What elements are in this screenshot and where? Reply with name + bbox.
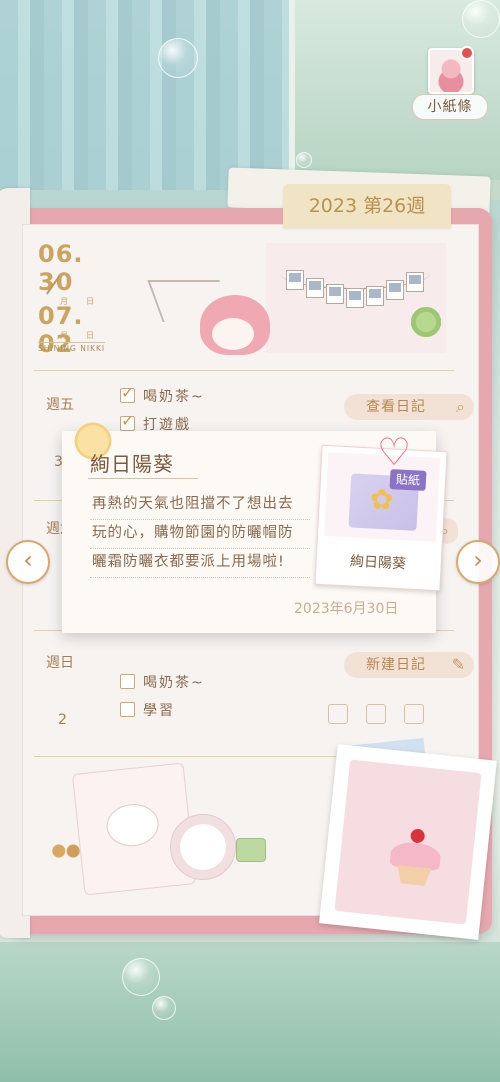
todo-item[interactable]: 喝奶茶~ — [120, 672, 205, 692]
todo-text: 喝奶茶~ — [143, 389, 205, 405]
matcha-sticker — [236, 838, 266, 862]
new-diary-button[interactable]: 新建日記 ✎ — [344, 652, 474, 678]
bubble-decoration — [122, 958, 160, 996]
todo-text: 學習 — [143, 703, 175, 719]
empty-slot[interactable] — [404, 704, 424, 724]
bubble-decoration — [296, 152, 312, 168]
todo-item[interactable]: 喝奶茶~ — [120, 383, 205, 406]
week-tab: 2023 第26週 — [283, 184, 451, 228]
day-label-sun: 週日 — [46, 655, 74, 671]
date-range: 06. 30 月日 07. 02 月日 SHINING NIKKI — [38, 240, 128, 358]
cupcake-card-sticker — [319, 744, 497, 940]
todo-text: 喝奶茶~ — [143, 675, 205, 691]
section-divider — [34, 370, 454, 371]
plant-illustration — [406, 307, 446, 337]
girl-illustration — [147, 280, 310, 370]
checkbox-checked[interactable] — [120, 383, 136, 403]
next-week-button[interactable]: › — [456, 540, 500, 584]
candy-jar-sticker — [170, 814, 236, 880]
checkbox[interactable] — [120, 702, 135, 717]
background-floor — [0, 942, 500, 1082]
hanging-photo — [386, 280, 404, 300]
cookie-sticker — [48, 840, 84, 862]
chevron-right-icon: › — [473, 546, 483, 574]
end-date-units: 月日 — [60, 331, 112, 340]
dotted-line — [90, 518, 310, 520]
hanging-photo — [406, 272, 424, 292]
note-label: 小紙條 — [412, 94, 488, 120]
view-diary-label: 查看日記 — [366, 399, 426, 415]
hanging-photo — [346, 288, 364, 308]
note-button[interactable]: 小紙條 — [412, 46, 488, 120]
hanging-photo — [326, 284, 344, 304]
title-underline — [88, 478, 198, 479]
day-number-sun: 2 — [58, 712, 67, 728]
hanging-photo — [366, 286, 384, 306]
popup-body-line: 玩的心，購物節園的防曬帽防 — [92, 525, 294, 541]
prev-week-button[interactable]: ‹ — [6, 540, 50, 584]
checkbox-checked[interactable] — [120, 411, 136, 431]
view-diary-button[interactable]: 查看日記 ⌕ — [344, 394, 474, 420]
popup-body: 再熱的天氣也阻擋不了想出去 玩的心，購物節園的防曬帽防 曬霜防曬衣都要派上用場啦… — [92, 490, 314, 577]
popup-body-line: 曬霜防曬衣都要派上用場啦! — [92, 554, 285, 570]
background-curtain — [0, 0, 290, 190]
search-icon: ⌕ — [456, 397, 466, 416]
dotted-line — [90, 547, 310, 549]
bubble-decoration — [158, 38, 198, 78]
empty-slot[interactable] — [328, 704, 348, 724]
edit-icon: ✎ — [451, 655, 466, 674]
popup-date: 2023年6月30日 — [294, 601, 399, 617]
sticker-name: 絢日陽葵 — [349, 553, 407, 573]
bubble-decoration — [152, 996, 176, 1020]
popup-title: 絢日陽葵 — [90, 452, 174, 476]
chevron-left-icon: ‹ — [23, 546, 33, 574]
popup-body-line: 再熱的天氣也阻擋不了想出去 — [92, 496, 294, 512]
bubble-decoration — [462, 0, 500, 38]
brand-label: SHINING NIKKI — [38, 342, 106, 353]
checkbox[interactable] — [120, 674, 135, 689]
dotted-line — [90, 576, 310, 578]
cupcake-icon — [388, 828, 443, 887]
heart-icon[interactable]: ♡ — [374, 433, 414, 471]
new-diary-label: 新建日記 — [366, 657, 426, 673]
notification-dot — [460, 46, 474, 60]
empty-slot[interactable] — [366, 704, 386, 724]
day-label-fri: 週五 — [46, 397, 74, 413]
todo-item[interactable]: 學習 — [120, 700, 175, 720]
